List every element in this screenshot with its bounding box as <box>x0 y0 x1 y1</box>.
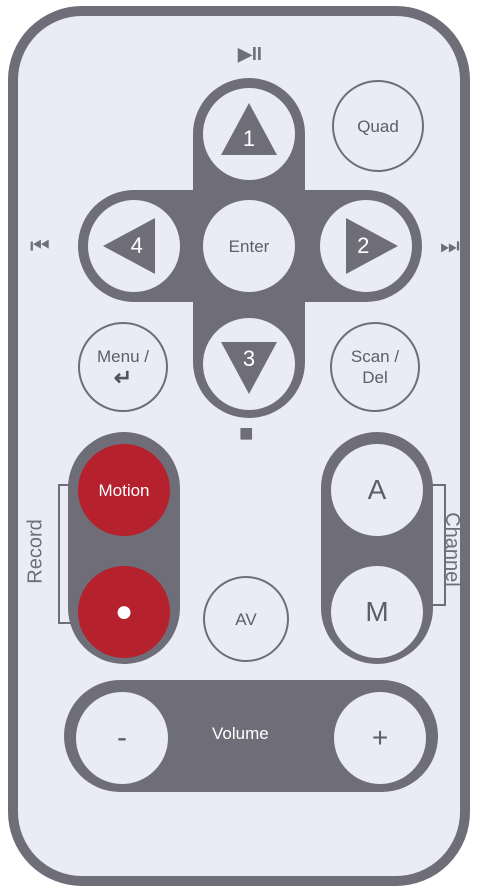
motion-label: Motion <box>98 480 150 500</box>
av-label: AV <box>235 609 257 629</box>
channel-m-label: M <box>365 596 389 627</box>
dpad-right-button[interactable]: 2 <box>320 200 412 292</box>
volume-up-button[interactable]: + <box>334 692 426 784</box>
volume-label: Volume <box>212 724 269 743</box>
play-pause-icon: ▶II <box>238 44 262 64</box>
dpad-down-button[interactable]: 3 <box>203 318 295 410</box>
record-label: Record <box>24 519 47 584</box>
dpad-up-label: 1 <box>242 125 256 151</box>
plus-icon: + <box>371 722 389 753</box>
dpad-right-label: 2 <box>357 233 370 258</box>
motion-button[interactable]: Motion <box>78 444 170 536</box>
channel-a-label: A <box>367 474 387 505</box>
av-button[interactable]: AV <box>203 576 289 662</box>
record-button[interactable]: ● <box>78 566 170 658</box>
volume-down-button[interactable]: - <box>76 692 168 784</box>
triangle-right-icon <box>346 218 398 274</box>
enter-label: Enter <box>228 236 270 256</box>
enter-button[interactable]: Enter <box>203 200 295 292</box>
quad-button[interactable]: Quad <box>332 80 424 172</box>
dpad-left-label: 4 <box>130 233 143 258</box>
channel-m-button[interactable]: M <box>331 566 423 658</box>
scan-label: Scan / <box>350 347 400 366</box>
delete-label: Del <box>362 368 388 387</box>
quad-label: Quad <box>357 116 399 136</box>
menu-enter-button[interactable]: Menu / ↵ <box>78 322 168 412</box>
channel-a-button[interactable]: A <box>331 444 423 536</box>
record-bracket <box>58 484 72 624</box>
minus-icon: - <box>117 721 127 754</box>
next-track-icon: ⏭ <box>440 233 460 258</box>
scan-delete-button[interactable]: Scan / Del <box>330 322 420 412</box>
record-dot-icon: ● <box>114 595 134 628</box>
menu-label: Menu / <box>97 347 149 366</box>
stop-icon: ■ <box>239 420 254 447</box>
channel-label: Channel <box>440 512 463 587</box>
dpad-up-button[interactable]: 1 <box>203 88 295 180</box>
dpad-left-button[interactable]: 4 <box>88 200 180 292</box>
return-icon: ↵ <box>113 365 133 390</box>
dpad-down-label: 3 <box>242 346 256 372</box>
previous-track-icon: ⏮ <box>30 233 50 258</box>
